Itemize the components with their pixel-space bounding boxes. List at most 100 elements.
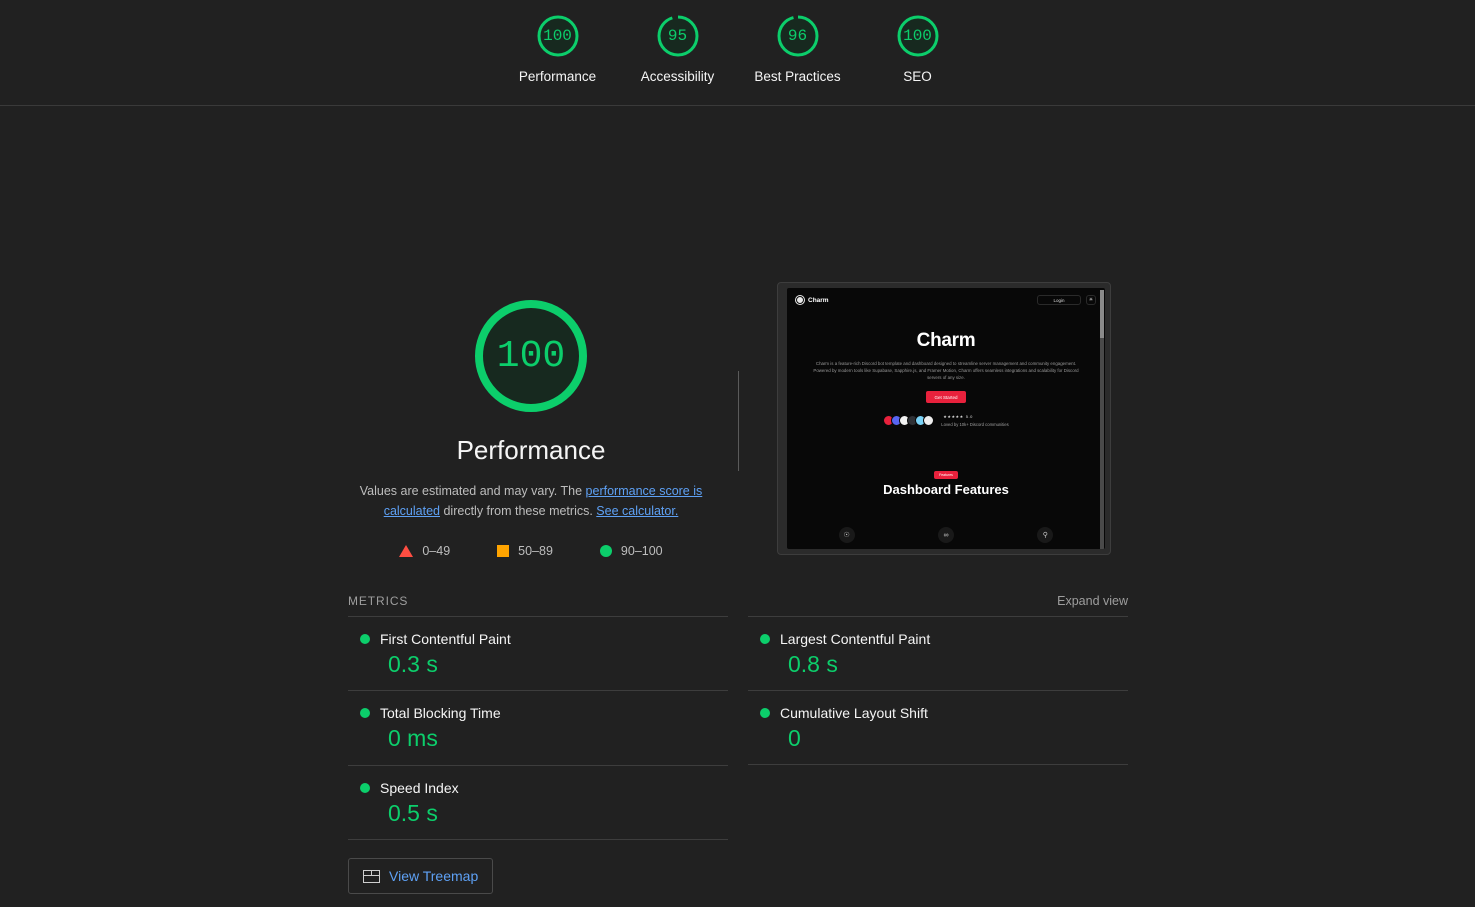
report-main: 100 Performance Values are estimated and…	[0, 106, 1475, 907]
metric-largest-contentful-paint[interactable]: Largest Contentful Paint 0.8 s	[748, 616, 1128, 690]
preview-brand: Charm	[796, 296, 829, 304]
category-hero: 100 Performance Values are estimated and…	[348, 106, 1128, 558]
shield-icon: ☉	[838, 527, 855, 543]
view-treemap-label: View Treemap	[389, 868, 479, 884]
performance-gauge: 100	[471, 296, 591, 416]
metric-value: 0	[788, 725, 801, 751]
legend-item-average: 50–89	[497, 544, 553, 558]
metric-total-blocking-time[interactable]: Total Blocking Time 0 ms	[348, 690, 728, 765]
gauge-ring-performance: 100	[534, 12, 582, 60]
gauge-ring-best-practices: 96	[774, 12, 822, 60]
charm-logo-icon	[796, 296, 804, 304]
triangle-fail-icon	[399, 545, 414, 557]
category-score-bar: 100 Performance 95 Accessibility 96 Best…	[0, 0, 1475, 106]
expand-view-toggle[interactable]: Expand view	[1057, 594, 1128, 608]
score-label-accessibility: Accessibility	[640, 69, 715, 84]
metric-name: Largest Contentful Paint	[780, 631, 931, 647]
metric-row: Total Blocking Time	[348, 705, 728, 721]
legend-item-pass: 90–100	[599, 544, 663, 558]
chart-icon: ∞	[937, 527, 954, 543]
performance-score-value: 100	[496, 334, 566, 378]
metric-cumulative-layout-shift[interactable]: Cumulative Layout Shift 0	[748, 690, 1128, 765]
report-content: 100 Performance Values are estimated and…	[348, 106, 1128, 907]
circle-pass-icon	[360, 708, 370, 718]
gauge-ring-seo: 100	[894, 12, 942, 60]
metrics-grid: First Contentful Paint 0.3 s Largest Con…	[348, 616, 1128, 840]
preview-social-proof: ★★★★★ 5.0 Loved by 10k+ Discord communiti…	[809, 414, 1083, 427]
circle-pass-icon	[599, 545, 612, 557]
score-gauge-seo[interactable]: 100 SEO	[858, 12, 978, 84]
preview-login-button[interactable]: Login	[1037, 295, 1081, 305]
score-legend: 0–49 50–89 90–100	[348, 544, 714, 558]
gauge-ring-accessibility: 95	[654, 12, 702, 60]
treemap-row: View Treemap	[348, 858, 1128, 894]
score-value-accessibility: 95	[667, 27, 688, 45]
preview-get-started-button[interactable]: Get Started	[926, 391, 966, 403]
score-label-best-practices: Best Practices	[754, 69, 841, 84]
metric-row: First Contentful Paint	[348, 631, 728, 647]
square-average-icon	[497, 545, 510, 557]
preview-features-title: Dashboard Features	[883, 481, 1009, 497]
metric-name: Total Blocking Time	[380, 705, 501, 721]
score-gauge-performance[interactable]: 100 Performance	[498, 12, 618, 84]
metric-value: 0.5 s	[388, 800, 438, 826]
score-label-performance: Performance	[518, 69, 597, 84]
metric-placeholder	[748, 765, 1128, 840]
score-label-seo: SEO	[903, 69, 932, 84]
rating-value: 5.0	[965, 413, 973, 419]
metric-row: Largest Contentful Paint	[748, 631, 1128, 647]
metric-value: 0 ms	[388, 725, 438, 751]
star-rating-icon: ★★★★★ 5.0	[943, 413, 973, 419]
desc-text-2: directly from these metrics.	[440, 504, 597, 518]
page-title: Performance	[456, 435, 606, 465]
preview-nav-actions: Login ☀	[1037, 295, 1096, 305]
metric-row: Speed Index	[348, 780, 728, 796]
circle-pass-icon	[360, 783, 370, 793]
category-description: Values are estimated and may vary. The p…	[348, 481, 714, 521]
preview-rating: ★★★★★ 5.0 Loved by 10k+ Discord communiti…	[941, 414, 1008, 427]
treemap-icon	[363, 869, 380, 883]
preview-brand-name: Charm	[808, 296, 829, 304]
preview-scrollbar[interactable]	[1100, 290, 1104, 549]
legend-label-average: 50–89	[518, 544, 553, 558]
avatar-group	[883, 414, 935, 426]
circle-pass-icon	[760, 634, 770, 644]
category-summary: 100 Performance Values are estimated and…	[348, 281, 714, 558]
preview-navbar: Charm Login ☀	[787, 288, 1105, 305]
metric-speed-index[interactable]: Speed Index 0.5 s	[348, 765, 728, 840]
score-gauge-best-practices[interactable]: 96 Best Practices	[738, 12, 858, 84]
hero-divider	[738, 371, 739, 471]
legend-label-pass: 90–100	[620, 544, 663, 558]
preview-hero-title: Charm	[916, 330, 976, 351]
metric-name: First Contentful Paint	[380, 631, 511, 647]
metric-value: 0.3 s	[388, 651, 438, 677]
metrics-header: METRICS Expand view	[348, 594, 1128, 608]
preview-features-section: Features Dashboard Features	[787, 463, 1105, 497]
preview-hero: Charm Charm is a feature-rich Discord bo…	[787, 330, 1105, 427]
avatar	[923, 414, 935, 426]
view-treemap-button[interactable]: View Treemap	[348, 858, 494, 894]
search-icon: ⚲	[1037, 527, 1054, 543]
metric-name: Speed Index	[380, 780, 459, 796]
metrics-section-label: METRICS	[348, 594, 409, 608]
preview-loved-by: Loved by 10k+ Discord communities	[941, 421, 1009, 427]
legend-label-fail: 0–49	[422, 544, 451, 558]
score-value-best-practices: 96	[787, 27, 808, 45]
preview-hero-subtitle: Charm is a feature-rich Discord bot temp…	[813, 361, 1079, 380]
theme-toggle-icon[interactable]: ☀	[1086, 295, 1096, 305]
score-value-performance: 100	[543, 27, 572, 45]
final-screenshot-preview[interactable]: Charm Login ☀ Charm Charm is a feature-r…	[777, 282, 1111, 555]
preview-viewport: Charm Login ☀ Charm Charm is a feature-r…	[787, 288, 1105, 549]
metric-row: Cumulative Layout Shift	[748, 705, 1128, 721]
preview-scrollbar-thumb[interactable]	[1100, 290, 1104, 338]
preview-feature-icons: ☉ ∞ ⚲	[787, 527, 1105, 543]
circle-pass-icon	[760, 708, 770, 718]
circle-pass-icon	[360, 634, 370, 644]
metric-name: Cumulative Layout Shift	[780, 705, 928, 721]
metric-first-contentful-paint[interactable]: First Contentful Paint 0.3 s	[348, 616, 728, 690]
legend-item-fail: 0–49	[399, 544, 450, 558]
score-gauge-accessibility[interactable]: 95 Accessibility	[618, 12, 738, 84]
desc-text-1: Values are estimated and may vary. The	[359, 484, 586, 498]
see-calculator-link[interactable]: See calculator.	[596, 504, 678, 518]
preview-features-badge: Features	[934, 470, 958, 479]
